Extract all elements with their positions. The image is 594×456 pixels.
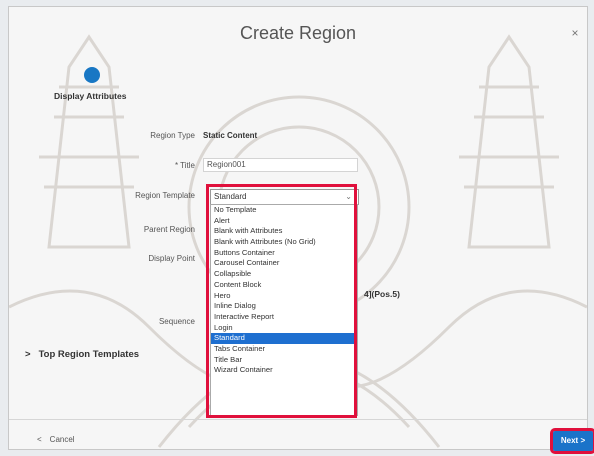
dropdown-option[interactable]: Inline Dialog (211, 301, 357, 312)
dropdown-option[interactable]: Content Block (211, 280, 357, 291)
dropdown-option[interactable]: Interactive Report (211, 312, 357, 323)
region-template-label: Region Template (135, 191, 195, 200)
dropdown-option[interactable]: Hero (211, 291, 357, 302)
region-type-value: Static Content (203, 131, 258, 140)
chevron-down-icon: ⌄ (345, 192, 352, 201)
dropdown-option[interactable]: Login (211, 323, 357, 334)
region-type-label: Region Type (150, 131, 195, 140)
parent-region-label: Parent Region (143, 225, 195, 234)
dropdown-option[interactable]: Tabs Container (211, 344, 357, 355)
region-template-selected-value: Standard (214, 192, 247, 201)
chevron-right-icon: > (25, 349, 31, 360)
top-region-templates-section[interactable]: > Top Region Templates (25, 349, 139, 360)
display-point-label: Display Point (148, 254, 195, 263)
title-label: * Title (174, 161, 195, 170)
next-label: Next (560, 436, 579, 445)
chevron-right-icon: > (580, 436, 586, 445)
cancel-button[interactable]: < Cancel (37, 435, 75, 444)
dropdown-option[interactable]: Carousel Container (211, 258, 357, 269)
chevron-left-icon: < (37, 435, 42, 444)
dropdown-option[interactable]: Blank with Attributes (211, 226, 357, 237)
next-button[interactable]: Next > (550, 428, 594, 454)
dropdown-option[interactable]: Collapsible (211, 269, 357, 280)
region-template-dropdown-list[interactable]: No Template Alert Blank with Attributes Bla… (210, 204, 358, 416)
cancel-label: Cancel (49, 435, 75, 444)
dropdown-option[interactable]: Alert (211, 216, 357, 227)
step-indicator-dot (84, 67, 100, 83)
step-label: Display Attributes (54, 91, 127, 101)
dropdown-option[interactable]: Buttons Container (211, 248, 357, 259)
sequence-label: Sequence (158, 317, 195, 326)
dropdown-option[interactable]: Wizard Container (211, 365, 357, 376)
close-icon[interactable]: × (569, 27, 581, 39)
footer-divider (9, 419, 587, 420)
dropdown-option[interactable]: Title Bar (211, 355, 357, 366)
dropdown-option[interactable]: Blank with Attributes (No Grid) (211, 237, 357, 248)
create-region-dialog: Create Region × Display Attributes Regio… (8, 6, 594, 454)
dropdown-option[interactable]: No Template (211, 205, 357, 216)
section-label: Top Region Templates (38, 349, 140, 360)
display-point-value-tail: 4](Pos.5) (364, 289, 400, 299)
title-field[interactable]: Region001 (203, 158, 358, 172)
dialog-title: Create Region (239, 23, 357, 43)
region-template-select[interactable]: Standard ⌄ (210, 189, 359, 205)
dropdown-option[interactable]: Standard (211, 333, 357, 344)
